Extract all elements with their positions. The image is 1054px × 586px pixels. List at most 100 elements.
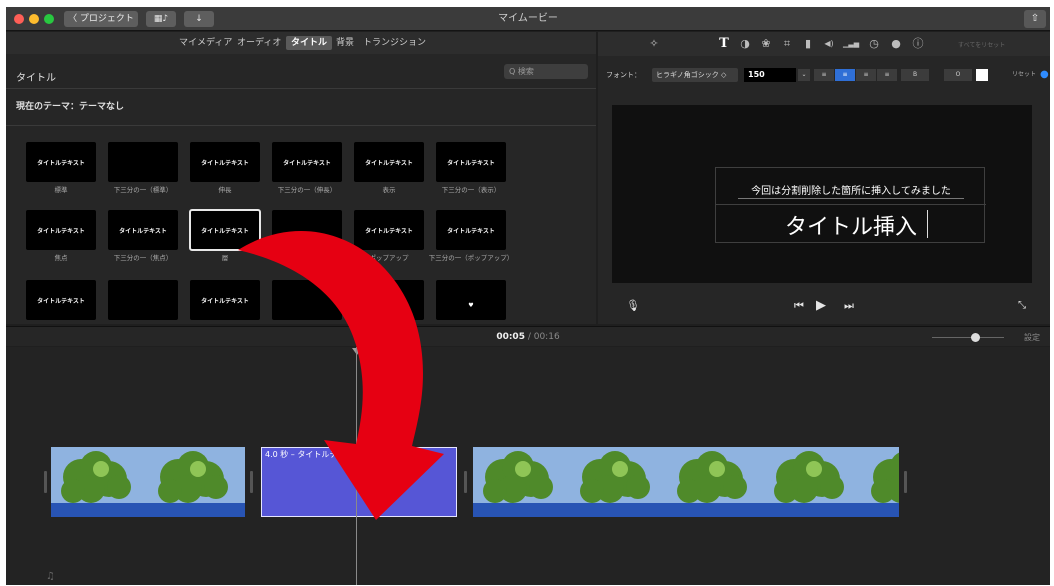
tile-title-text: ♥: [468, 302, 474, 309]
skip-forward-icon[interactable]: ⏭: [844, 298, 854, 314]
reset-check-icon[interactable]: ●: [1040, 68, 1049, 82]
timeline[interactable]: 4.0 秒 – タイトルテキスト ♫: [6, 347, 1050, 585]
info-icon[interactable]: ⓘ: [910, 36, 926, 52]
title-tile[interactable]: タイトルテキスト: [108, 210, 178, 250]
tile-title-text: タイトルテキスト: [201, 228, 249, 235]
title-tile[interactable]: タイトルテキスト: [189, 209, 261, 251]
bold-button[interactable]: B: [901, 69, 929, 81]
settings-button[interactable]: 設定: [1024, 332, 1040, 343]
font-size-dropdown[interactable]: ⌄: [798, 69, 810, 81]
tile-label: 表示: [382, 186, 396, 194]
tile-title-text: タイトルテキスト: [283, 160, 331, 167]
video-clip-1[interactable]: [51, 447, 245, 517]
clip-handle[interactable]: [44, 471, 47, 493]
thumbnail-frame: [667, 447, 764, 503]
timeline-header: 00:05 / 00:16 設定: [6, 326, 1050, 346]
title-tile[interactable]: タイトルテキスト: [190, 280, 260, 320]
title-tile[interactable]: タイトルテキスト: [26, 280, 96, 320]
title-clip[interactable]: 4.0 秒 – タイトルテキスト: [261, 447, 457, 517]
title-tile[interactable]: [354, 280, 424, 320]
magic-wand-icon[interactable]: ✧: [646, 36, 662, 52]
imovie-window: 〈 プロジェクト ▦♪ ↓ マイムービー ⇧ マイメディア オーディオ タイトル…: [6, 7, 1050, 585]
skip-back-icon[interactable]: ⏮: [794, 298, 804, 314]
title-tile[interactable]: タイトルテキスト: [26, 142, 96, 182]
title-tile[interactable]: タイトルテキスト: [26, 210, 96, 250]
title-tile[interactable]: タイトルテキスト: [354, 210, 424, 250]
clip-handle[interactable]: [250, 471, 253, 493]
align-center-button[interactable]: ≡: [835, 69, 855, 81]
camera-icon[interactable]: ▮: [800, 36, 816, 52]
tab-audio[interactable]: オーディオ: [232, 36, 286, 50]
zoom-slider-track[interactable]: [932, 337, 1004, 338]
thumbnail-frame: [861, 447, 899, 503]
title-tile[interactable]: [108, 280, 178, 320]
clip-handle[interactable]: [464, 471, 467, 493]
tab-my-media[interactable]: マイメディア: [174, 36, 237, 50]
thumbnail-frame: [764, 447, 861, 503]
font-select[interactable]: ヒラギノ角ゴシック ◇: [652, 68, 738, 82]
tile-title-text: タイトルテキスト: [447, 160, 495, 167]
equalizer-icon[interactable]: ▁▃▅: [843, 36, 859, 52]
play-icon[interactable]: ▶: [816, 298, 826, 314]
text-color-swatch[interactable]: [976, 69, 988, 81]
tile-title-text: タイトルテキスト: [119, 228, 167, 235]
clip-handle[interactable]: [904, 471, 907, 493]
title-bar: 〈 プロジェクト ▦♪ ↓ マイムービー ⇧: [6, 7, 1050, 31]
playhead-marker[interactable]: [352, 348, 362, 355]
tab-backgrounds[interactable]: 背景: [331, 36, 359, 50]
tile-label: 焦点: [54, 254, 68, 262]
font-size-field[interactable]: 150: [744, 68, 796, 82]
clip-thumbnails: [473, 447, 899, 503]
playback-bar: 🎙 ⏮ ▶ ⏭ ⤡: [598, 296, 1050, 316]
color-balance-icon[interactable]: ◑: [737, 36, 753, 52]
filter-icon[interactable]: ●: [888, 36, 904, 52]
clip-audio-band: [51, 503, 245, 517]
thumbnail-frame: [148, 447, 245, 503]
title-tile[interactable]: タイトルテキスト: [436, 210, 506, 250]
video-clip-2[interactable]: [473, 447, 899, 517]
text-cursor: [927, 210, 928, 238]
volume-icon[interactable]: ◀): [821, 36, 837, 52]
align-left-button[interactable]: ≡: [814, 69, 834, 81]
search-input[interactable]: Q 検索: [504, 64, 588, 79]
tile-label: 下三分の一（焦点）: [113, 254, 173, 262]
reset-button[interactable]: リセット: [1012, 68, 1036, 82]
main-title-text[interactable]: タイトル挿入: [716, 209, 986, 241]
tile-label: 標準: [54, 186, 68, 194]
title-tile[interactable]: [108, 142, 178, 182]
clip-audio-band: [473, 503, 899, 517]
title-tile[interactable]: [272, 210, 342, 250]
subtitle-text[interactable]: 今回は分割削除した箇所に挿入してみました: [716, 182, 986, 197]
tile-label: 下三分の一（伸長）: [277, 186, 337, 194]
title-tile[interactable]: タイトルテキスト: [190, 142, 260, 182]
align-right-button[interactable]: ≡: [856, 69, 876, 81]
playhead[interactable]: [356, 347, 357, 585]
reset-all-button[interactable]: すべてをリセット: [958, 40, 1005, 49]
fullscreen-icon[interactable]: ⤡: [1018, 298, 1026, 314]
title-tile[interactable]: ♥: [436, 280, 506, 320]
window-title: マイムービー: [498, 13, 558, 24]
justify-button[interactable]: ≡: [877, 69, 897, 81]
divider: [6, 125, 596, 126]
title-tile[interactable]: タイトルテキスト: [436, 142, 506, 182]
speed-icon[interactable]: ◷: [866, 36, 882, 52]
title-tile[interactable]: タイトルテキスト: [272, 142, 342, 182]
share-icon[interactable]: ⇧: [1024, 10, 1046, 28]
microphone-icon[interactable]: 🎙: [626, 298, 640, 314]
preview-viewer[interactable]: 今回は分割削除した箇所に挿入してみました タイトル挿入: [612, 105, 1032, 283]
timecode: 00:05 / 00:16: [6, 327, 1050, 347]
thumbnail-frame: [570, 447, 667, 503]
title-tile[interactable]: タイトルテキスト: [354, 142, 424, 182]
tab-titles[interactable]: タイトル: [286, 36, 333, 50]
title-tile[interactable]: [272, 280, 342, 320]
tab-transitions[interactable]: トランジション: [358, 36, 431, 50]
text-icon[interactable]: T: [716, 36, 732, 52]
outline-button[interactable]: O: [944, 69, 972, 81]
crop-icon[interactable]: ⌗: [779, 36, 795, 52]
tile-title-text: タイトルテキスト: [37, 228, 85, 235]
subtitle-underline: [738, 198, 964, 199]
tile-title-text: タイトルテキスト: [37, 298, 85, 305]
color-correction-icon[interactable]: ❀: [758, 36, 774, 52]
tile-label: 下三分の一（標準）: [113, 186, 173, 194]
tile-title-text: タイトルテキスト: [201, 160, 249, 167]
